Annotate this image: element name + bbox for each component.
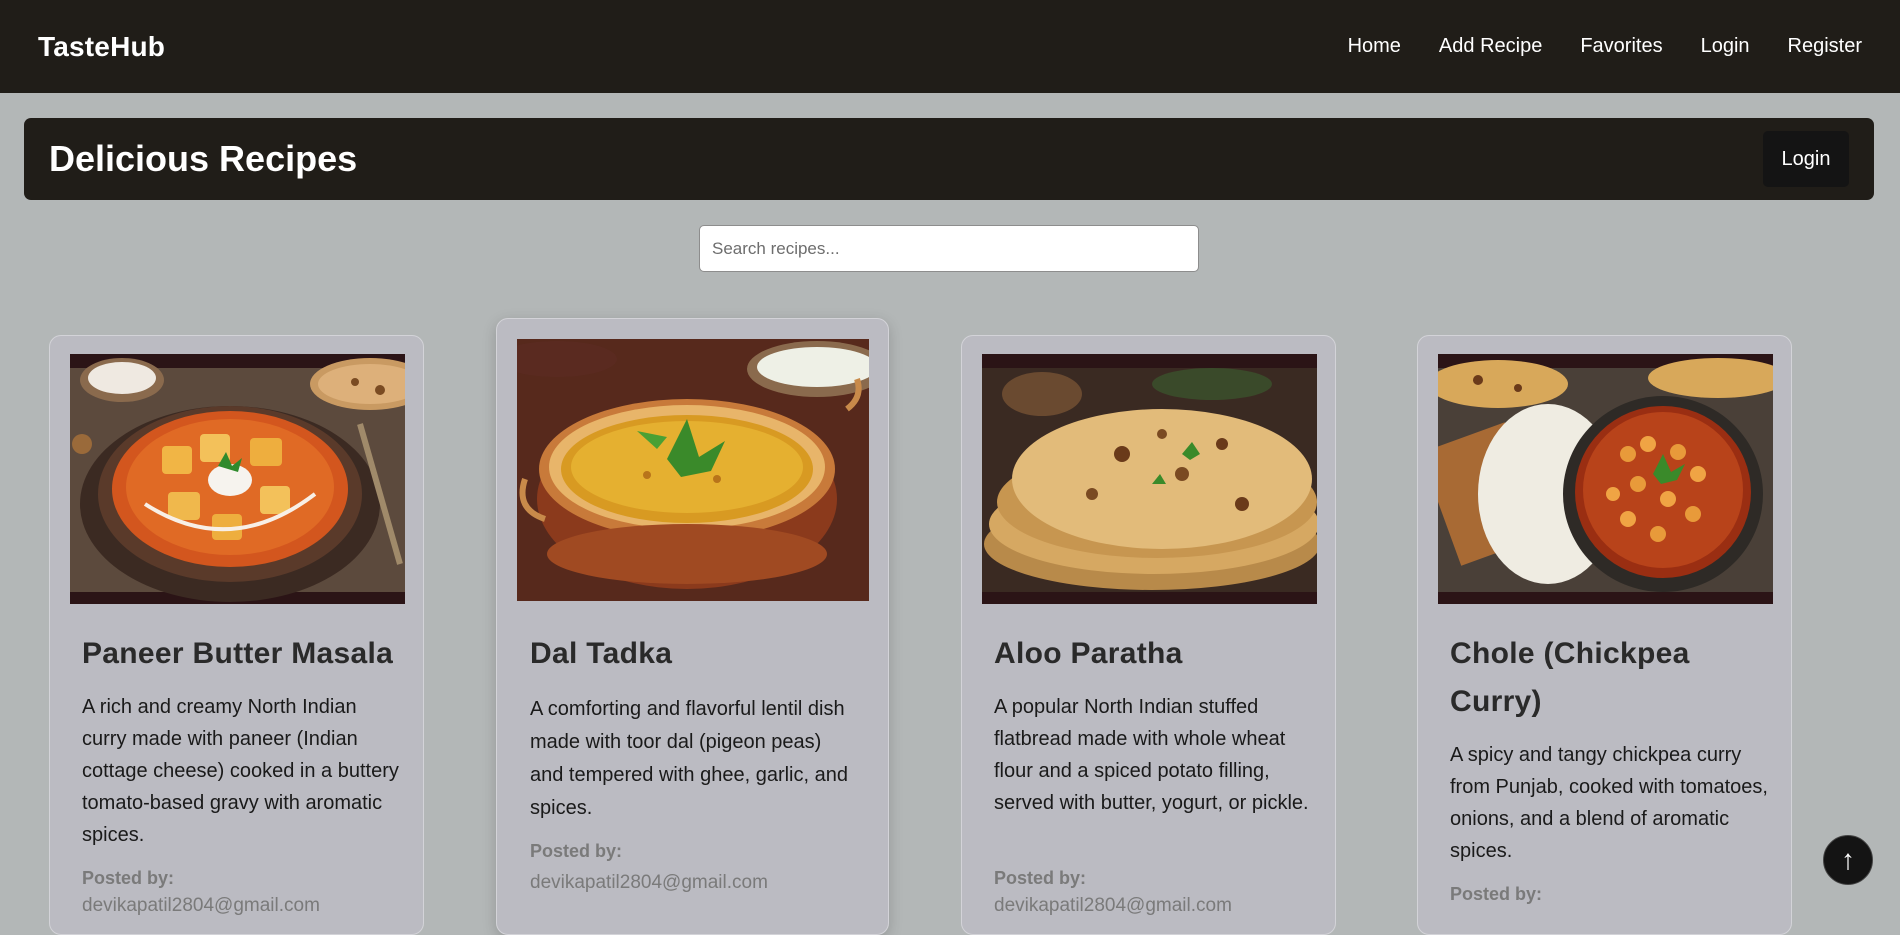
posted-by-email: devikapatil2804@gmail.com: [530, 872, 768, 893]
nav-link-favorites[interactable]: Favorites: [1580, 35, 1662, 58]
recipe-description: A spicy and tangy chickpea curry from Pu…: [1450, 744, 1768, 862]
posted-by-email: devikapatil2804@gmail.com: [82, 895, 320, 916]
arrow-up-icon: ↑: [1841, 844, 1855, 875]
paneer-dish-illustration: [70, 354, 405, 604]
recipe-card[interactable]: Chole (Chickpea Curry) A spicy and tangy…: [1417, 335, 1792, 935]
nav-link-home[interactable]: Home: [1348, 35, 1401, 58]
nav-links: Home Add Recipe Favorites Login Register: [1348, 35, 1862, 58]
recipe-description: A rich and creamy North Indian curry mad…: [82, 696, 399, 846]
recipe-image-chole: [1438, 354, 1773, 604]
page-header-banner: Delicious Recipes Login: [24, 118, 1874, 200]
scroll-to-top-button[interactable]: ↑: [1823, 835, 1873, 885]
dal-dish-illustration: [517, 339, 869, 601]
recipe-title: Paneer Butter Masala: [82, 637, 394, 670]
search-input[interactable]: [699, 225, 1199, 272]
navbar: TasteHub Home Add Recipe Favorites Login…: [0, 0, 1900, 93]
recipe-description: A comforting and flavorful lentil dish m…: [530, 698, 848, 819]
recipe-title: Aloo Paratha: [994, 637, 1183, 670]
posted-by-label: Posted by:: [530, 841, 623, 861]
nav-link-login[interactable]: Login: [1701, 35, 1750, 58]
recipe-card[interactable]: Dal Tadka A comforting and flavorful len…: [496, 318, 889, 935]
recipe-title: Chole (Chickpea Curry): [1450, 637, 1690, 718]
nav-link-add-recipe[interactable]: Add Recipe: [1439, 35, 1542, 58]
posted-by-label: Posted by:: [82, 868, 175, 888]
brand-logo[interactable]: TasteHub: [38, 31, 165, 63]
recipe-card[interactable]: Paneer Butter Masala A rich and creamy N…: [49, 335, 424, 935]
nav-link-register[interactable]: Register: [1788, 35, 1862, 58]
paratha-dish-illustration: [982, 354, 1317, 604]
recipe-image-dal-tadka: [517, 339, 869, 601]
posted-by-email: devikapatil2804@gmail.com: [994, 895, 1232, 916]
recipe-description: A popular North Indian stuffed flatbread…: [994, 696, 1309, 814]
posted-by-label: Posted by:: [994, 868, 1087, 888]
chole-dish-illustration: [1438, 354, 1773, 604]
recipe-title: Dal Tadka: [530, 637, 673, 670]
page-title: Delicious Recipes: [49, 138, 358, 179]
posted-by-label: Posted by:: [1450, 884, 1543, 904]
login-button[interactable]: Login: [1763, 131, 1849, 187]
recipe-image-aloo-paratha: [982, 354, 1317, 604]
recipe-image-paneer-butter-masala: [70, 354, 405, 604]
recipe-card[interactable]: Aloo Paratha A popular North Indian stuf…: [961, 335, 1336, 935]
